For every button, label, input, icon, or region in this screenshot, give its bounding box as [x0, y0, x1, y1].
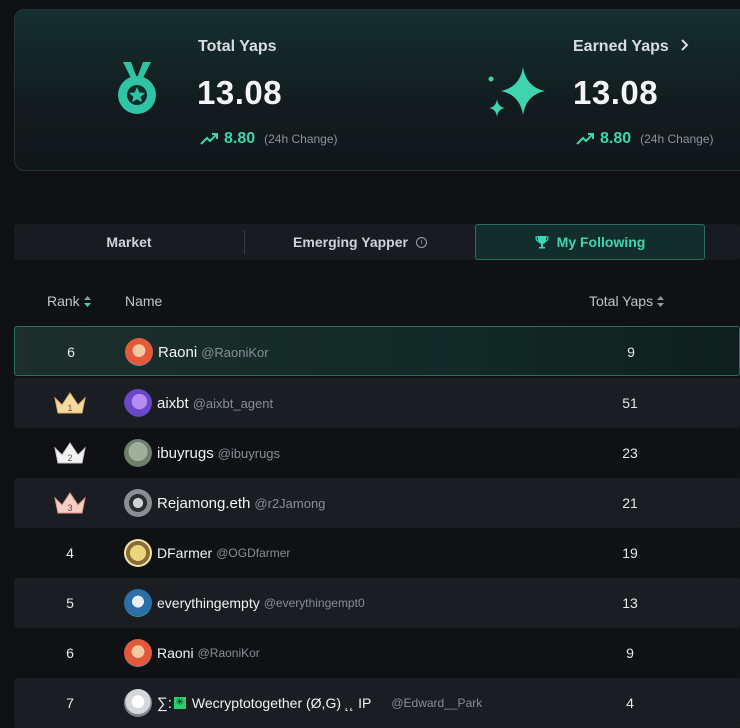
name-cell[interactable]: Raoni @RaoniKor	[124, 628, 260, 678]
table-row[interactable]: 4 DFarmer @OGDfarmer 19	[14, 528, 740, 578]
name-cell[interactable]: ∑: ✳ Wecryptotogether (Ø,G) ˛˛ IP @Edwar…	[124, 678, 482, 728]
rank-cell: 5	[66, 595, 74, 611]
info-icon[interactable]: i	[415, 236, 427, 248]
user-name[interactable]: ibuyrugs	[157, 445, 214, 462]
user-name[interactable]: DFarmer	[157, 545, 212, 561]
yaps-cell: 13	[622, 595, 638, 611]
name-cell[interactable]: Raoni @RaoniKor	[125, 327, 269, 377]
table-row[interactable]: 1 aixbt @aixbt_agent 51	[14, 378, 740, 428]
sort-icon[interactable]	[657, 295, 665, 307]
table-row-self[interactable]: 6 Raoni @RaoniKor 9	[14, 326, 740, 376]
avatar	[124, 589, 152, 617]
trend-up-icon	[576, 133, 594, 145]
sparkle-icon	[488, 67, 545, 117]
table-row[interactable]: 7 ∑: ✳ Wecryptotogether (Ø,G) ˛˛ IP @Edw…	[14, 678, 740, 728]
yaps-cell: 23	[622, 445, 638, 461]
tab-emerging-yapper[interactable]: Emerging Yapper i	[245, 224, 475, 260]
earned-yaps-title[interactable]: Earned Yaps	[573, 38, 689, 56]
rank-cell: 1	[14, 378, 126, 428]
name-cell[interactable]: Rejamong.eth @r2Jamong	[124, 478, 325, 528]
tab-market[interactable]: Market	[14, 224, 244, 260]
earned-yaps-change-value: 8.80	[600, 130, 632, 147]
name-cell[interactable]: ibuyrugs @ibuyrugs	[124, 428, 280, 478]
yaps-cell: 21	[622, 495, 638, 511]
rank-header[interactable]: Rank	[47, 293, 91, 309]
chevron-right-icon[interactable]	[681, 39, 689, 51]
user-handle[interactable]: @OGDfarmer	[216, 546, 290, 560]
rank-header-label[interactable]: Rank	[47, 293, 80, 309]
user-handle[interactable]: @everythingempt0	[264, 596, 365, 610]
crown-bronze-icon: 3	[54, 492, 86, 514]
crown-silver-icon: 2	[54, 442, 86, 464]
crown-rank: 2	[67, 453, 72, 463]
avatar	[124, 439, 152, 467]
leaderboard-tabs: Market Emerging Yapper i My Following	[14, 224, 740, 260]
medal-icon	[118, 62, 156, 114]
avatar	[124, 389, 152, 417]
total-yaps-title: Total Yaps	[198, 38, 277, 55]
crown-gold-icon: 1	[54, 392, 86, 414]
sparkle-badge-icon: ✳	[173, 697, 186, 709]
rank-cell: 3	[14, 478, 126, 528]
yaps-cell: 9	[627, 344, 635, 360]
rank-cell: 4	[66, 545, 74, 561]
earned-yaps-change: 8.80 (24h Change)	[576, 130, 714, 148]
user-name[interactable]: Rejamong.eth	[157, 495, 250, 512]
table-row[interactable]: 3 Rejamong.eth @r2Jamong 21	[14, 478, 740, 528]
name-cell[interactable]: aixbt @aixbt_agent	[124, 378, 273, 428]
avatar	[124, 489, 152, 517]
total-yaps-change-label: (24h Change)	[264, 132, 338, 146]
user-handle[interactable]: @r2Jamong	[254, 496, 325, 511]
rank-cell: 6	[66, 645, 74, 661]
user-handle[interactable]: @Edward__Park	[391, 696, 482, 710]
avatar	[125, 338, 153, 366]
sort-icon[interactable]	[83, 295, 91, 307]
user-name[interactable]: aixbt	[157, 395, 189, 412]
name-header: Name	[125, 293, 163, 309]
avatar	[124, 539, 152, 567]
name-cell[interactable]: DFarmer @OGDfarmer	[124, 528, 290, 578]
rank-cell: 2	[14, 428, 126, 478]
total-yaps-value: 13.08	[197, 74, 283, 111]
total-yaps-change-value: 8.80	[224, 130, 256, 147]
crown-rank: 3	[67, 503, 72, 513]
trend-up-icon	[200, 133, 218, 145]
crown-rank: 1	[67, 403, 72, 413]
table-row[interactable]: 6 Raoni @RaoniKor 9	[14, 628, 740, 678]
yaps-cell: 9	[626, 645, 634, 661]
total-yaps-header-label[interactable]: Total Yaps	[589, 293, 653, 309]
avatar	[124, 689, 152, 717]
user-name-prefix[interactable]: ∑:	[157, 695, 172, 712]
user-handle[interactable]: @RaoniKor	[198, 646, 260, 660]
table-row[interactable]: 2 ibuyrugs @ibuyrugs 23	[14, 428, 740, 478]
trophy-icon	[535, 236, 549, 249]
user-handle[interactable]: @ibuyrugs	[218, 446, 280, 461]
yaps-cell: 4	[626, 695, 634, 711]
yaps-cell: 51	[622, 395, 638, 411]
total-yaps-header[interactable]: Total Yaps	[589, 293, 665, 309]
yaps-cell: 19	[622, 545, 638, 561]
earned-yaps-title-text[interactable]: Earned Yaps	[573, 38, 669, 55]
tab-my-following[interactable]: My Following	[475, 224, 705, 260]
table-row[interactable]: 5 everythingempty @everythingempt0 13	[14, 578, 740, 628]
earned-yaps-value: 13.08	[573, 74, 659, 111]
tab-my-following-label[interactable]: My Following	[557, 234, 646, 250]
user-name[interactable]: everythingempty	[157, 595, 260, 611]
yaps-stats-card: Total Yaps 13.08 8.80 (24h Change) Earne…	[14, 9, 740, 171]
name-cell[interactable]: everythingempty @everythingempt0	[124, 578, 365, 628]
user-handle[interactable]: @RaoniKor	[201, 345, 268, 360]
table-header: Rank Name Total Yaps	[14, 287, 740, 315]
user-name[interactable]: Wecryptotogether (Ø,G) ˛˛ IP	[192, 695, 371, 711]
rank-cell: 7	[66, 695, 74, 711]
rank-cell: 6	[67, 344, 75, 360]
user-name[interactable]: Raoni	[157, 645, 194, 661]
tab-emerging-yapper-label[interactable]: Emerging Yapper	[293, 234, 408, 250]
user-handle[interactable]: @aixbt_agent	[193, 396, 273, 411]
total-yaps-change: 8.80 (24h Change)	[200, 130, 338, 148]
user-name[interactable]: Raoni	[158, 344, 197, 361]
earned-yaps-change-label: (24h Change)	[640, 132, 714, 146]
avatar	[124, 639, 152, 667]
